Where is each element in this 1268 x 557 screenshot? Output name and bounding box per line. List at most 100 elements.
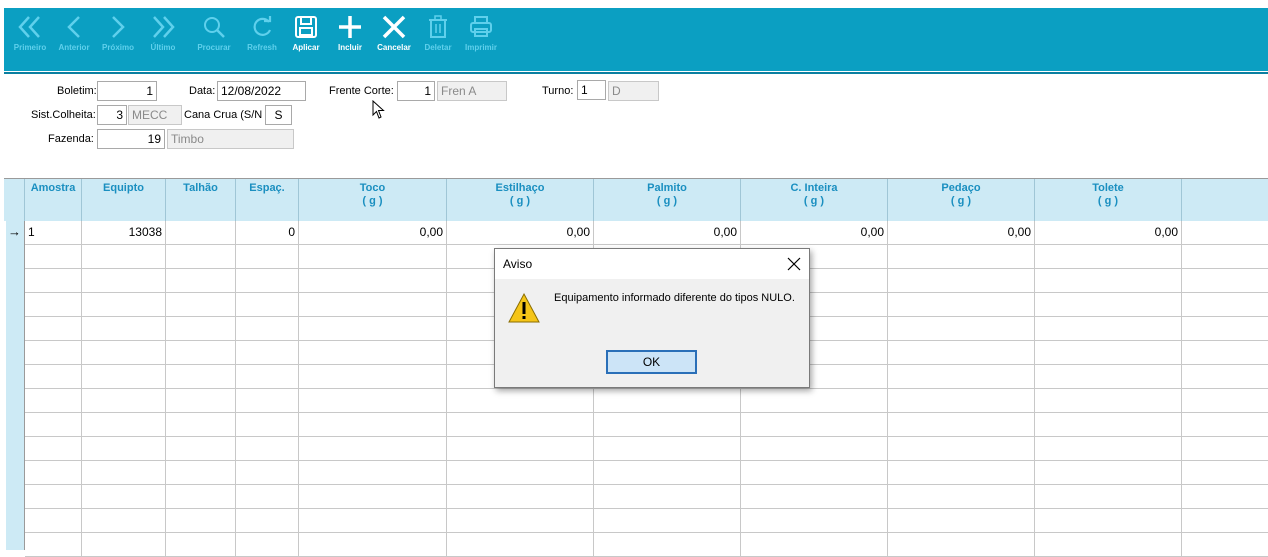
grid-cell[interactable]	[1035, 461, 1182, 485]
grid-cell[interactable]	[447, 413, 594, 437]
grid-cell[interactable]	[25, 533, 82, 557]
grid-cell[interactable]	[236, 269, 299, 293]
grid-cell[interactable]	[447, 485, 594, 509]
grid-cell[interactable]	[299, 533, 447, 557]
grid-cell[interactable]	[166, 389, 236, 413]
grid-cell[interactable]	[25, 413, 82, 437]
column-header-talhao[interactable]: Talhão	[166, 179, 236, 221]
ok-button[interactable]: OK	[606, 350, 697, 374]
grid-cell[interactable]	[1182, 293, 1268, 317]
refresh-button[interactable]: Refresh	[241, 8, 283, 71]
grid-cell[interactable]	[82, 509, 166, 533]
grid-cell[interactable]	[25, 317, 82, 341]
grid-cell[interactable]	[82, 437, 166, 461]
grid-cell[interactable]: 0,00	[447, 221, 594, 245]
grid-cell[interactable]	[1182, 365, 1268, 389]
grid-cell[interactable]	[888, 317, 1035, 341]
grid-cell[interactable]	[82, 341, 166, 365]
first-button[interactable]: Primeiro	[7, 8, 53, 71]
grid-cell[interactable]	[1182, 245, 1268, 269]
grid-cell[interactable]	[25, 509, 82, 533]
grid-cell[interactable]	[236, 389, 299, 413]
grid-cell[interactable]	[594, 533, 741, 557]
grid-cell[interactable]	[299, 293, 447, 317]
grid-cell[interactable]	[25, 293, 82, 317]
grid-cell[interactable]	[25, 437, 82, 461]
grid-cell[interactable]	[888, 293, 1035, 317]
grid-cell[interactable]	[741, 509, 888, 533]
grid-cell[interactable]	[594, 509, 741, 533]
grid-cell[interactable]: 1	[25, 221, 82, 245]
grid-cell[interactable]: 0	[236, 221, 299, 245]
column-header-c-inteira[interactable]: C. Inteira( g )	[741, 179, 888, 221]
grid-cell[interactable]	[166, 365, 236, 389]
grid-cell[interactable]	[166, 437, 236, 461]
column-header-amostra[interactable]: Amostra	[25, 179, 82, 221]
grid-cell[interactable]	[888, 389, 1035, 413]
grid-cell[interactable]	[447, 533, 594, 557]
grid-cell[interactable]	[888, 341, 1035, 365]
grid-cell[interactable]	[1035, 245, 1182, 269]
grid-cell[interactable]	[888, 533, 1035, 557]
grid-cell[interactable]	[82, 365, 166, 389]
grid-cell[interactable]	[1182, 413, 1268, 437]
grid-cell[interactable]	[236, 437, 299, 461]
grid-cell[interactable]	[888, 461, 1035, 485]
data-field[interactable]: 12/08/2022	[217, 81, 306, 101]
grid-cell[interactable]	[1035, 533, 1182, 557]
column-header-palmito[interactable]: Palmito( g )	[594, 179, 741, 221]
grid-cell[interactable]	[166, 245, 236, 269]
grid-cell[interactable]	[1182, 437, 1268, 461]
grid-cell[interactable]	[1035, 341, 1182, 365]
grid-cell[interactable]	[888, 437, 1035, 461]
grid-cell[interactable]	[25, 485, 82, 509]
grid-cell[interactable]	[82, 461, 166, 485]
grid-cell[interactable]	[236, 245, 299, 269]
grid-cell[interactable]	[1182, 269, 1268, 293]
grid-cell[interactable]	[1182, 221, 1268, 245]
column-header-tolete[interactable]: Tolete( g )	[1035, 179, 1182, 221]
grid-cell[interactable]	[166, 341, 236, 365]
grid-cell[interactable]	[299, 269, 447, 293]
grid-cell[interactable]	[82, 245, 166, 269]
grid-cell[interactable]	[82, 485, 166, 509]
grid-cell[interactable]	[888, 509, 1035, 533]
grid-cell[interactable]	[741, 413, 888, 437]
grid-cell[interactable]	[1035, 389, 1182, 413]
grid-cell[interactable]	[741, 389, 888, 413]
grid-cell[interactable]: 0,00	[299, 221, 447, 245]
grid-cell[interactable]	[166, 221, 236, 245]
grid-cell[interactable]	[82, 317, 166, 341]
grid-cell[interactable]	[888, 365, 1035, 389]
grid-cell[interactable]	[25, 341, 82, 365]
grid-cell[interactable]	[236, 509, 299, 533]
grid-cell[interactable]	[1035, 437, 1182, 461]
delete-button[interactable]: Deletar	[420, 8, 456, 71]
grid-cell[interactable]	[447, 461, 594, 485]
grid-cell[interactable]	[82, 533, 166, 557]
grid-cell[interactable]	[447, 437, 594, 461]
grid-cell[interactable]	[594, 413, 741, 437]
include-button[interactable]: Incluir	[332, 8, 368, 71]
next-button[interactable]: Próximo	[97, 8, 139, 71]
grid-cell[interactable]	[594, 389, 741, 413]
previous-button[interactable]: Anterior	[56, 8, 92, 71]
grid-cell[interactable]	[25, 245, 82, 269]
grid-cell[interactable]	[82, 413, 166, 437]
grid-cell[interactable]	[166, 485, 236, 509]
column-header-equipto[interactable]: Equipto	[82, 179, 166, 221]
frente-corte-field[interactable]: 1	[397, 81, 435, 101]
grid-cell[interactable]	[299, 389, 447, 413]
grid-cell[interactable]	[447, 509, 594, 533]
grid-cell[interactable]	[1035, 269, 1182, 293]
grid-cell[interactable]	[166, 293, 236, 317]
fazenda-field[interactable]: 19	[97, 129, 165, 149]
grid-cell[interactable]	[1035, 413, 1182, 437]
cana-crua-field[interactable]: S	[265, 105, 292, 125]
grid-cell[interactable]	[236, 413, 299, 437]
print-button[interactable]: Imprimir	[462, 8, 500, 71]
grid-cell[interactable]	[299, 341, 447, 365]
grid-cell[interactable]	[888, 245, 1035, 269]
grid-cell[interactable]	[299, 485, 447, 509]
grid-cell[interactable]	[1035, 365, 1182, 389]
